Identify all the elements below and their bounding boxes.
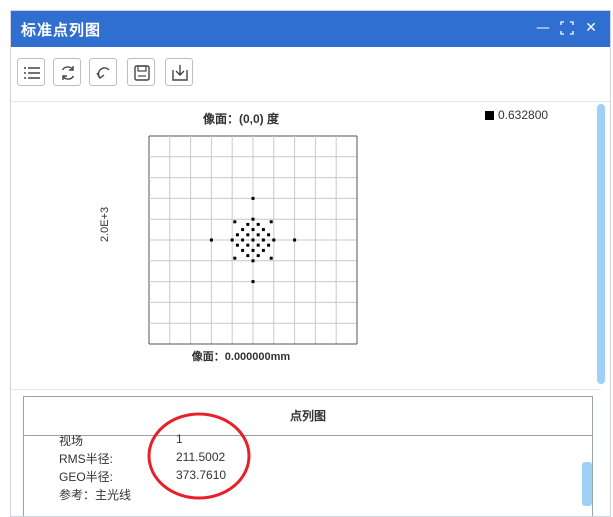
spot-point — [256, 222, 260, 226]
spot-point — [251, 217, 255, 221]
toolbar — [11, 47, 610, 102]
spot-point — [233, 220, 237, 224]
spot-point — [272, 238, 276, 242]
divider — [11, 389, 601, 390]
spot-point — [235, 233, 239, 237]
spot-point — [251, 280, 255, 284]
spot-diagram-chart — [148, 135, 358, 345]
spot-point — [251, 259, 255, 263]
list-button[interactable] — [17, 58, 45, 86]
spot-point — [261, 238, 265, 242]
spot-diagram-window: 标准点列图 — ✕ 像面：(0,0) 度 0.632800 2.0E+3 像面：… — [10, 10, 611, 517]
spot-point — [261, 228, 265, 232]
download-button[interactable] — [165, 58, 193, 86]
info-scrollbar[interactable] — [582, 462, 592, 506]
spot-point — [261, 248, 265, 252]
spot-point — [241, 228, 245, 232]
field-value: 1 — [176, 432, 183, 446]
rms-radius-value: 211.5002 — [176, 450, 226, 464]
spot-point — [251, 248, 255, 252]
refresh-button[interactable] — [53, 58, 81, 86]
spot-point — [269, 220, 273, 224]
info-header: 点列图 — [24, 397, 592, 436]
minimize-icon[interactable]: — — [535, 20, 551, 36]
spot-point — [267, 233, 271, 237]
plot-area: 像面：(0,0) 度 0.632800 2.0E+3 像面：0.000000mm — [11, 102, 591, 387]
plot-scrollbar[interactable] — [597, 104, 605, 384]
spot-point — [293, 238, 297, 242]
x-axis-label: 像面：0.000000mm — [191, 351, 291, 363]
undo-button[interactable] — [89, 58, 117, 86]
spot-point — [251, 238, 255, 242]
spot-point — [209, 238, 213, 242]
geo-radius-label: GEO半径: — [59, 470, 114, 484]
undo-icon — [96, 67, 110, 80]
save-button[interactable] — [127, 58, 155, 86]
field-label: 视场 — [59, 434, 84, 448]
spot-point — [256, 254, 260, 258]
reference-label: 参考：主光线 — [59, 488, 132, 502]
spot-point — [246, 243, 250, 247]
spot-point — [235, 243, 239, 247]
geo-radius-value: 373.7610 — [176, 468, 227, 482]
rms-radius-label: RMS半径: — [59, 452, 114, 466]
spot-point — [246, 233, 250, 237]
refresh-icon — [61, 66, 75, 80]
close-icon[interactable]: ✕ — [583, 20, 599, 36]
spot-point — [241, 238, 245, 242]
maximize-icon[interactable] — [559, 20, 575, 36]
spot-point — [246, 254, 250, 258]
spot-point — [256, 233, 260, 237]
save-icon — [134, 65, 150, 81]
info-panel: 点列图 视场 1 RMS半径: 211.5002 GEO半径: 373.7610… — [23, 396, 593, 516]
spot-point — [267, 243, 271, 247]
spot-point — [251, 228, 255, 232]
spot-point — [241, 248, 245, 252]
download-icon — [172, 65, 188, 81]
title-bar: 标准点列图 — ✕ — [11, 11, 610, 47]
window-title: 标准点列图 — [21, 21, 102, 39]
spot-point — [251, 196, 255, 200]
spot-point — [230, 238, 234, 242]
spot-point — [233, 256, 237, 260]
spot-point — [246, 222, 250, 226]
spot-point — [269, 256, 273, 260]
spot-point — [256, 243, 260, 247]
list-icon — [24, 67, 40, 79]
